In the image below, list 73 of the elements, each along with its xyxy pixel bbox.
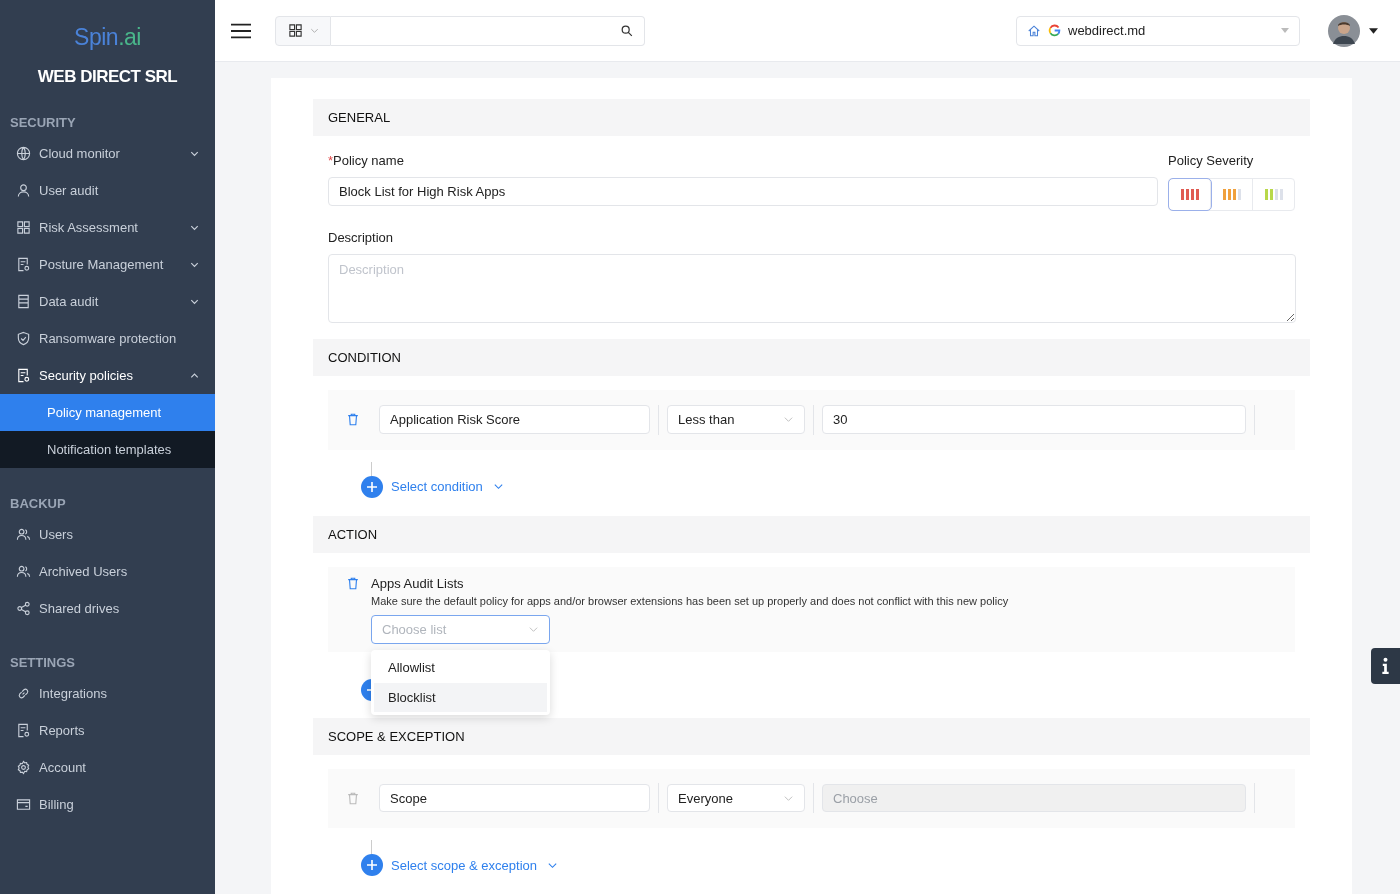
sidebar-item[interactable]: Archived Users	[0, 553, 215, 590]
users-icon	[16, 527, 31, 542]
grid-icon	[16, 220, 31, 235]
search-field[interactable]	[331, 15, 645, 46]
share-icon	[16, 601, 31, 616]
operator-select[interactable]: Less than	[667, 405, 805, 435]
report-icon	[16, 723, 31, 738]
field-label: Description	[328, 230, 395, 245]
menu-icon[interactable]	[231, 21, 251, 40]
dropdown-option[interactable]: Allowlist	[374, 652, 547, 682]
condition-field[interactable]: Application Risk Score	[379, 405, 650, 435]
gear-icon	[16, 760, 31, 775]
section-header: ACTION	[313, 515, 1310, 553]
sidebar-item[interactable]: Users	[0, 516, 215, 553]
report-icon	[16, 368, 31, 383]
section-title: BACKUP	[10, 496, 67, 512]
field-label: Policy Severity	[1168, 153, 1255, 168]
sidebar-item[interactable]: Data audit	[0, 283, 215, 320]
caret-icon[interactable]	[1369, 27, 1378, 34]
description-field[interactable]: Description	[328, 254, 1296, 323]
action-note: Make sure the default policy for apps and/or browser extensions has been set up properly and does not conflict with this new policy	[371, 594, 1010, 607]
info-button[interactable]	[1371, 648, 1400, 684]
sidebar-item[interactable]: Account	[0, 749, 215, 786]
globe-icon	[16, 146, 31, 161]
sidebar-item[interactable]: Shared drives	[0, 590, 215, 627]
apps-button[interactable]	[275, 15, 331, 46]
company-name: WEB DIRECT SRL	[37, 67, 178, 87]
select-condition-button[interactable]: Select condition	[361, 475, 504, 498]
section-header: GENERAL	[313, 99, 1310, 136]
avatar[interactable]	[1328, 14, 1360, 47]
logo: Spin.ai	[74, 24, 141, 51]
info-icon	[1381, 657, 1390, 675]
caret-icon	[1281, 28, 1289, 33]
link-icon	[16, 686, 31, 701]
value-field[interactable]: 30	[822, 405, 1246, 435]
sidebar-item[interactable]: Billing	[0, 786, 215, 823]
card-icon	[16, 797, 31, 812]
section-title: SETTINGS	[10, 655, 76, 671]
user-icon	[16, 183, 31, 198]
policy-name-field[interactable]: Block List for High Risk Apps	[328, 177, 1158, 206]
domain-select[interactable]: webdirect.md	[1016, 15, 1300, 46]
label-text: Policy name	[333, 153, 404, 168]
shield-icon	[16, 331, 31, 346]
list-icon	[16, 294, 31, 309]
users-icon	[16, 564, 31, 579]
grid-icon	[288, 23, 303, 38]
select-scope-button[interactable]: Select scope & exception	[361, 854, 558, 876]
required-mark: *	[328, 153, 334, 168]
caret-icon	[492, 481, 504, 492]
plus-icon	[361, 854, 383, 876]
trash-icon[interactable]	[346, 575, 360, 591]
sidebar-subitem[interactable]: Policy management	[0, 394, 215, 431]
sidebar-item[interactable]: Integrations	[0, 675, 215, 712]
dropdown-option[interactable]: Blocklist	[374, 682, 547, 712]
search-icon	[620, 23, 634, 38]
sidebar-item[interactable]: User audit	[0, 172, 215, 209]
trash-icon[interactable]	[346, 412, 360, 428]
home-icon	[1027, 23, 1041, 38]
sidebar-item[interactable]: Security policies	[0, 357, 215, 394]
sidebar-item[interactable]: Posture Management	[0, 246, 215, 283]
sidebar-item[interactable]: Reports	[0, 712, 215, 749]
google-g-icon	[1048, 24, 1061, 37]
section-header: SCOPE & EXCEPTION	[313, 717, 1310, 755]
sidebar-item[interactable]: Cloud monitor	[0, 135, 215, 172]
sidebar-item[interactable]: Ransomware protection	[0, 320, 215, 357]
section-title: SECURITY	[10, 115, 77, 131]
action-title: Apps Audit Lists	[371, 575, 465, 591]
sidebar-subitem[interactable]: Notification templates	[0, 431, 215, 468]
sidebar-item[interactable]: Risk Assessment	[0, 209, 215, 246]
plus-icon	[361, 475, 383, 498]
severity-option[interactable]	[1169, 179, 1211, 210]
report-icon	[16, 257, 31, 272]
section-header: CONDITION	[313, 339, 1310, 376]
